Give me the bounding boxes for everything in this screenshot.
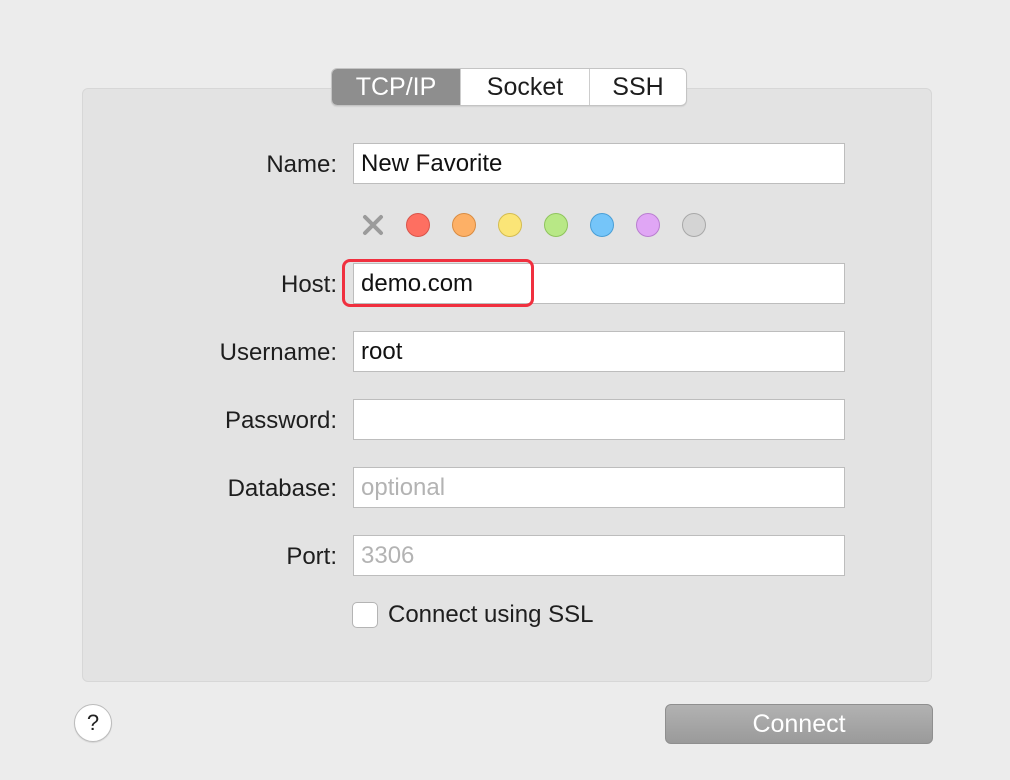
database-field[interactable]: optional [353, 467, 845, 508]
username-field[interactable]: root [353, 331, 845, 372]
clear-color-x-icon[interactable] [360, 210, 386, 240]
port-field[interactable]: 3306 [353, 535, 845, 576]
database-label: Database: [227, 475, 337, 502]
tab-ssh[interactable]: SSH [589, 69, 686, 105]
color-tag-orange[interactable] [452, 213, 476, 237]
username-label: Username: [219, 339, 337, 366]
connect-button[interactable]: Connect [665, 704, 933, 744]
color-tag-red[interactable] [406, 213, 430, 237]
help-button[interactable]: ? [74, 704, 112, 742]
tab-socket[interactable]: Socket [460, 69, 589, 105]
ssl-option: Connect using SSL [352, 601, 593, 629]
color-tag-gray[interactable] [682, 213, 706, 237]
password-label: Password: [224, 407, 337, 434]
tab-tcp-ip[interactable]: TCP/IP [332, 69, 460, 105]
password-field[interactable] [353, 399, 845, 440]
color-tag-green[interactable] [544, 213, 568, 237]
color-tag-picker [360, 210, 728, 240]
color-tag-blue[interactable] [590, 213, 614, 237]
name-field[interactable]: New Favorite [353, 143, 845, 184]
host-label: Host: [280, 271, 337, 298]
port-label: Port: [286, 543, 337, 570]
host-field[interactable]: demo.com [353, 263, 845, 304]
ssl-checkbox[interactable] [352, 602, 378, 628]
connection-type-tabs: TCP/IP Socket SSH [331, 68, 687, 106]
color-tag-purple[interactable] [636, 213, 660, 237]
color-tag-yellow[interactable] [498, 213, 522, 237]
ssl-label[interactable]: Connect using SSL [388, 601, 593, 629]
name-label: Name: [266, 151, 337, 178]
